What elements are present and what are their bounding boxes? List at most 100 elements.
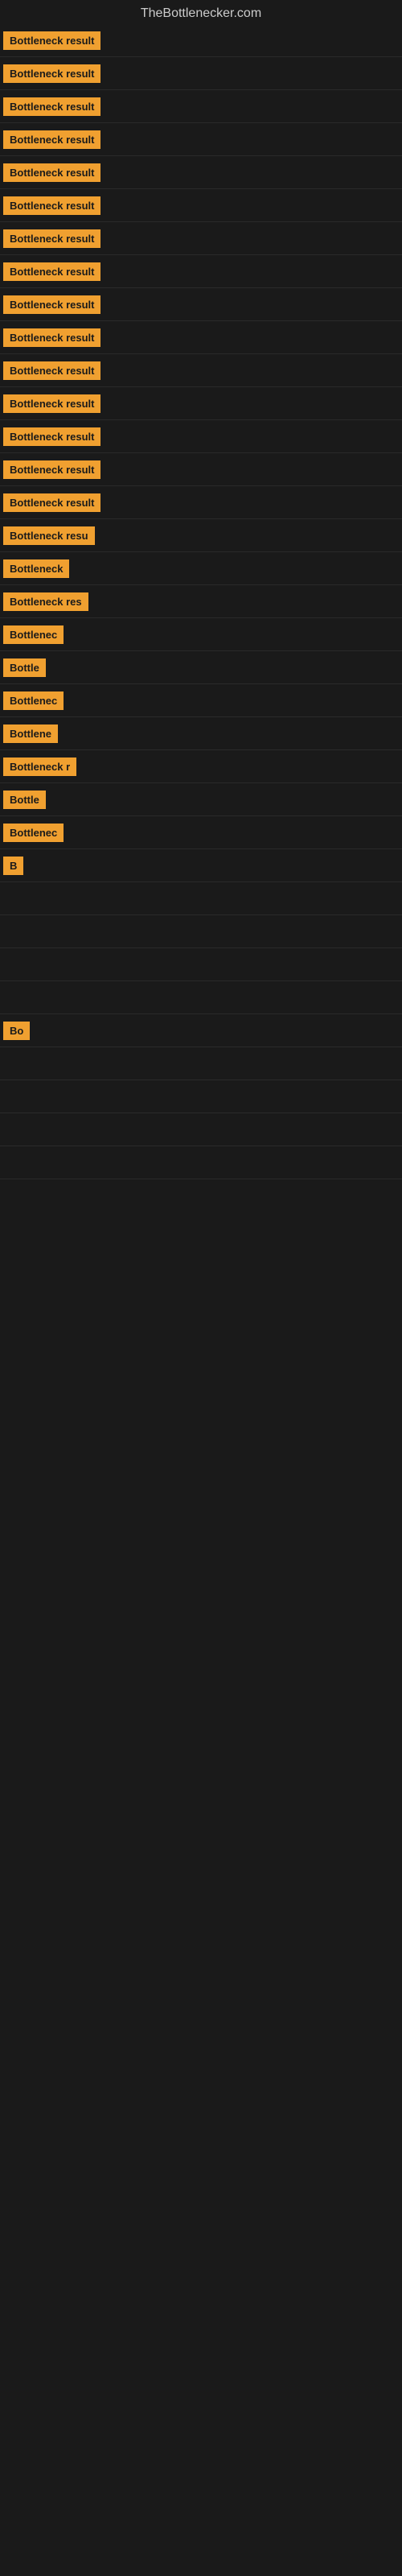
rows-container: Bottleneck result Bottleneck result Bottle… bbox=[0, 24, 402, 1179]
bottleneck-row: Bottleneck result bbox=[0, 288, 402, 321]
bottleneck-row: Bottleneck result bbox=[0, 453, 402, 486]
bottleneck-row: Bottlenec bbox=[0, 816, 402, 849]
bottleneck-row: Bottleneck result bbox=[0, 156, 402, 189]
bottleneck-label[interactable]: Bottleneck result bbox=[3, 31, 100, 50]
bottleneck-label[interactable]: Bottleneck result bbox=[3, 460, 100, 479]
bar-area bbox=[104, 161, 402, 184]
bar-area bbox=[104, 128, 402, 151]
bottleneck-row: Bottleneck result bbox=[0, 420, 402, 453]
bar-area bbox=[49, 788, 402, 811]
bar-area bbox=[80, 755, 402, 778]
bottleneck-row: Bottleneck resu bbox=[0, 519, 402, 552]
bottleneck-row: Bottleneck result bbox=[0, 123, 402, 156]
bar-area bbox=[104, 392, 402, 415]
bar-area bbox=[104, 293, 402, 316]
bar-area bbox=[67, 689, 402, 712]
bar-area bbox=[6, 953, 402, 976]
bar-area bbox=[6, 920, 402, 943]
bottleneck-row: Bottleneck result bbox=[0, 24, 402, 57]
bar-area bbox=[6, 1118, 402, 1141]
site-header: TheBottlenecker.com bbox=[0, 0, 402, 24]
bottleneck-label[interactable]: Bottleneck result bbox=[3, 229, 100, 248]
bar-area bbox=[6, 887, 402, 910]
bar-area bbox=[104, 359, 402, 382]
bar-area bbox=[104, 227, 402, 250]
bottleneck-label[interactable]: Bottlenec bbox=[3, 824, 64, 842]
bar-area bbox=[92, 590, 402, 613]
bar-area bbox=[104, 425, 402, 448]
bar-area bbox=[104, 194, 402, 217]
bottleneck-row: Bottle bbox=[0, 651, 402, 684]
bottleneck-row: B bbox=[0, 849, 402, 882]
bottleneck-row: Bottleneck res bbox=[0, 585, 402, 618]
bar-area bbox=[98, 524, 402, 547]
bar-area bbox=[27, 854, 402, 877]
bottleneck-row: Bottleneck result bbox=[0, 321, 402, 354]
bar-area bbox=[33, 1019, 402, 1042]
bottleneck-row bbox=[0, 915, 402, 948]
bottleneck-row: Bottleneck result bbox=[0, 486, 402, 519]
bottleneck-label[interactable]: Bottleneck result bbox=[3, 394, 100, 413]
bar-area bbox=[104, 29, 402, 52]
bottleneck-label[interactable]: Bo bbox=[3, 1022, 30, 1040]
bottleneck-label[interactable]: Bottleneck result bbox=[3, 64, 100, 83]
bottleneck-label[interactable]: Bottleneck res bbox=[3, 592, 88, 611]
bar-area bbox=[104, 458, 402, 481]
bar-area bbox=[67, 623, 402, 646]
bar-area bbox=[6, 1085, 402, 1108]
bottleneck-label[interactable]: Bottlene bbox=[3, 724, 58, 743]
bottleneck-label[interactable]: Bottleneck result bbox=[3, 97, 100, 116]
bottleneck-row: Bottleneck result bbox=[0, 57, 402, 90]
bottleneck-row: Bottleneck bbox=[0, 552, 402, 585]
bar-area bbox=[104, 62, 402, 85]
bottleneck-label[interactable]: Bottleneck resu bbox=[3, 526, 95, 545]
bottleneck-label[interactable]: Bottleneck bbox=[3, 559, 69, 578]
bottleneck-label[interactable]: Bottleneck r bbox=[3, 758, 76, 776]
bar-area bbox=[104, 95, 402, 118]
bottleneck-label[interactable]: Bottleneck result bbox=[3, 493, 100, 512]
bottleneck-label[interactable]: Bottleneck result bbox=[3, 262, 100, 281]
bar-area bbox=[104, 260, 402, 283]
bottleneck-row: Bottlenec bbox=[0, 618, 402, 651]
bottleneck-label[interactable]: Bottlenec bbox=[3, 691, 64, 710]
bottleneck-row bbox=[0, 948, 402, 981]
bottleneck-row: Bottleneck result bbox=[0, 387, 402, 420]
bottleneck-row: Bottlene bbox=[0, 717, 402, 750]
bottleneck-row bbox=[0, 981, 402, 1014]
bar-area bbox=[67, 821, 402, 844]
bottleneck-row bbox=[0, 882, 402, 915]
bottleneck-label[interactable]: Bottleneck result bbox=[3, 295, 100, 314]
bottleneck-label[interactable]: Bottleneck result bbox=[3, 427, 100, 446]
bottleneck-row: Bottleneck result bbox=[0, 255, 402, 288]
bar-area bbox=[6, 986, 402, 1009]
bottleneck-label[interactable]: Bottleneck result bbox=[3, 163, 100, 182]
bar-area bbox=[6, 1151, 402, 1174]
bar-area bbox=[104, 326, 402, 349]
bottleneck-label[interactable]: Bottleneck result bbox=[3, 361, 100, 380]
bottleneck-row bbox=[0, 1113, 402, 1146]
bottleneck-label[interactable]: Bottlenec bbox=[3, 625, 64, 644]
bar-area bbox=[49, 656, 402, 679]
bottleneck-row: Bottleneck result bbox=[0, 189, 402, 222]
bar-area bbox=[72, 557, 402, 580]
bar-area bbox=[61, 722, 402, 745]
bottleneck-row: Bottlenec bbox=[0, 684, 402, 717]
bottleneck-row bbox=[0, 1080, 402, 1113]
bottleneck-row: Bottleneck r bbox=[0, 750, 402, 783]
bottleneck-label[interactable]: Bottle bbox=[3, 658, 46, 677]
bar-area bbox=[104, 491, 402, 514]
site-title: TheBottlenecker.com bbox=[0, 0, 402, 24]
bottleneck-row: Bottleneck result bbox=[0, 222, 402, 255]
bottleneck-row bbox=[0, 1047, 402, 1080]
bottleneck-row: Bottleneck result bbox=[0, 90, 402, 123]
bottleneck-row bbox=[0, 1146, 402, 1179]
bar-area bbox=[6, 1052, 402, 1075]
bottleneck-row: Bottleneck result bbox=[0, 354, 402, 387]
bottleneck-label[interactable]: Bottleneck result bbox=[3, 328, 100, 347]
bottleneck-row: Bottle bbox=[0, 783, 402, 816]
bottleneck-label[interactable]: Bottleneck result bbox=[3, 130, 100, 149]
bottleneck-label[interactable]: B bbox=[3, 857, 23, 875]
bottleneck-row: Bo bbox=[0, 1014, 402, 1047]
bottleneck-label[interactable]: Bottleneck result bbox=[3, 196, 100, 215]
bottleneck-label[interactable]: Bottle bbox=[3, 791, 46, 809]
